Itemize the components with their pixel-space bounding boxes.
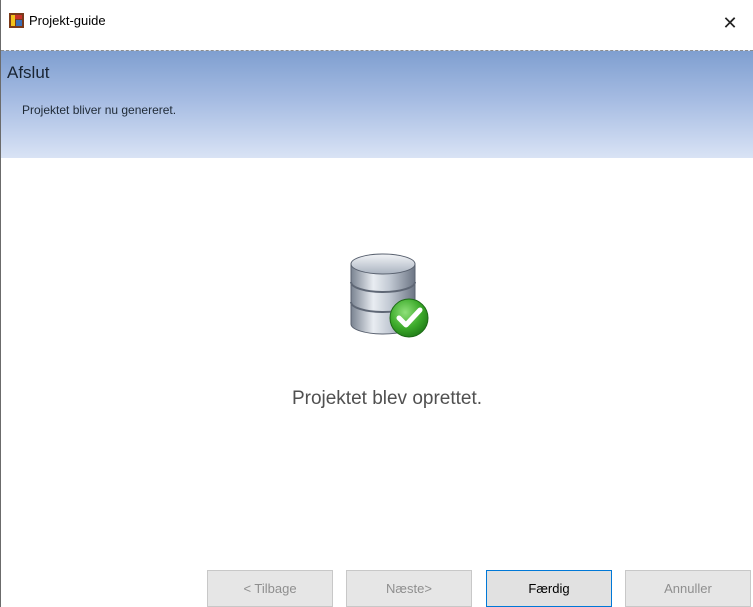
page-subtitle: Projektet bliver nu genereret. — [22, 103, 177, 117]
project-wizard-window: Projekt-guide ✕ Afslut Projektet bliver … — [0, 0, 753, 607]
status-message: Projektet blev oprettet. — [291, 388, 483, 409]
wizard-header: Afslut Projektet bliver nu genereret. — [1, 50, 753, 158]
page-title: Afslut — [7, 63, 50, 82]
close-button[interactable]: ✕ — [707, 0, 753, 46]
window-title: Projekt-guide — [29, 13, 106, 28]
cancel-button[interactable]: Annuller — [625, 570, 751, 607]
close-icon: ✕ — [722, 12, 738, 33]
app-icon — [9, 13, 24, 28]
wizard-content: Projektet blev oprettet. < Tilbage Næste… — [1, 158, 753, 607]
database-check-icon — [345, 252, 431, 342]
back-button[interactable]: < Tilbage — [207, 570, 333, 607]
finish-button[interactable]: Færdig — [486, 570, 612, 607]
next-button[interactable]: Næste> — [346, 570, 472, 607]
title-bar: Projekt-guide ✕ — [1, 0, 753, 50]
